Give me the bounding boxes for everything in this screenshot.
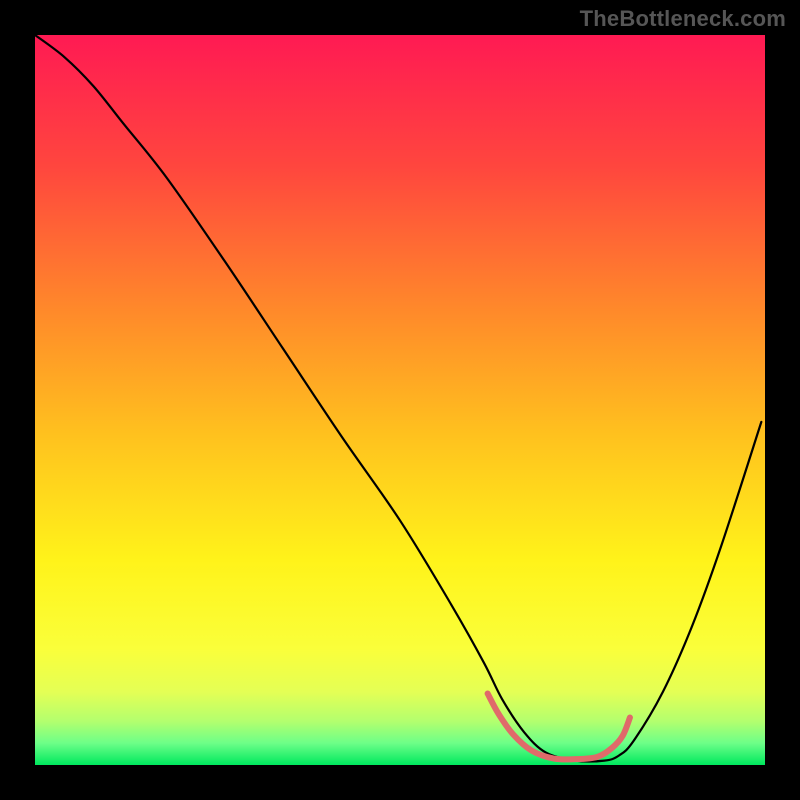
bottleneck-chart xyxy=(0,0,800,800)
plot-background xyxy=(35,35,765,765)
watermark-label: TheBottleneck.com xyxy=(580,6,786,32)
chart-frame: { "watermark": "TheBottleneck.com", "cha… xyxy=(0,0,800,800)
